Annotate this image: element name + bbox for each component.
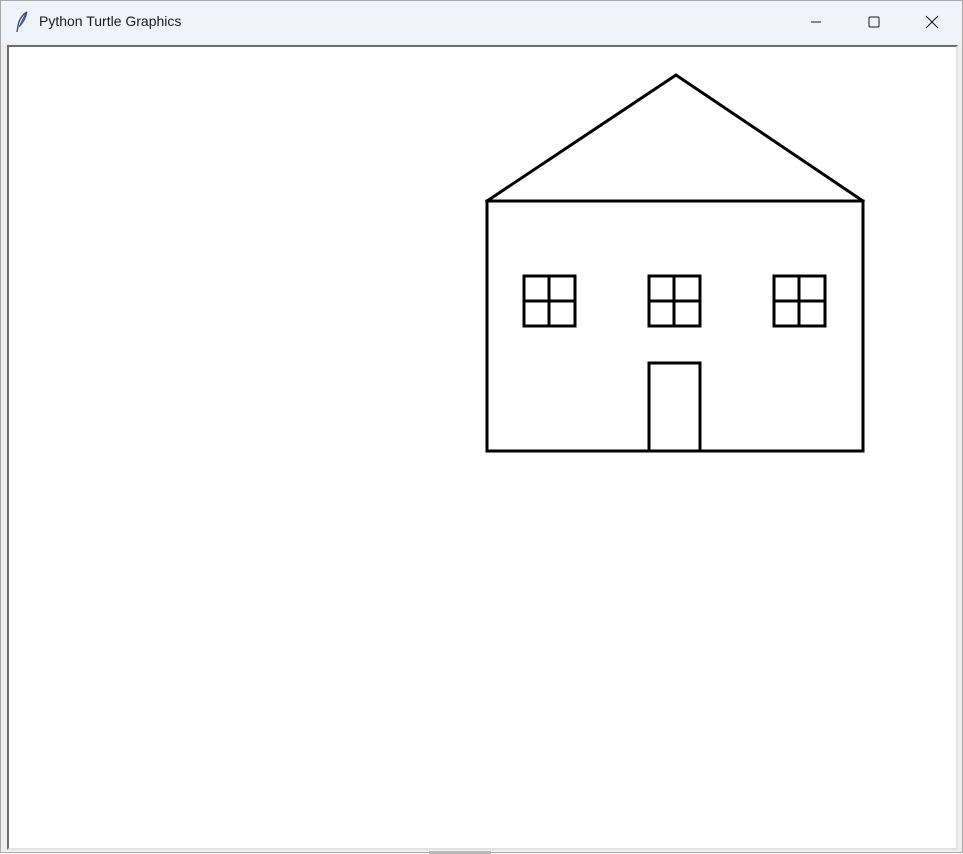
title-bar[interactable]: Python Turtle Graphics [1,1,962,43]
window-title: Python Turtle Graphics [39,13,182,29]
feather-icon [14,11,30,33]
minimize-icon [810,16,822,28]
house-roof [484,73,866,204]
turtle-canvas-frame [7,45,958,850]
turtle-canvas[interactable] [9,47,956,848]
house-door [647,361,702,453]
house-drawing [484,73,866,453]
minimize-button[interactable] [787,1,845,43]
close-icon [925,15,939,29]
house-window-3 [772,274,827,328]
house-window-2 [647,274,702,328]
close-button[interactable] [903,1,961,43]
maximize-icon [868,16,880,28]
turtle-window: Python Turtle Graphics [0,0,963,854]
maximize-button[interactable] [845,1,903,43]
house-window-1 [522,274,577,328]
